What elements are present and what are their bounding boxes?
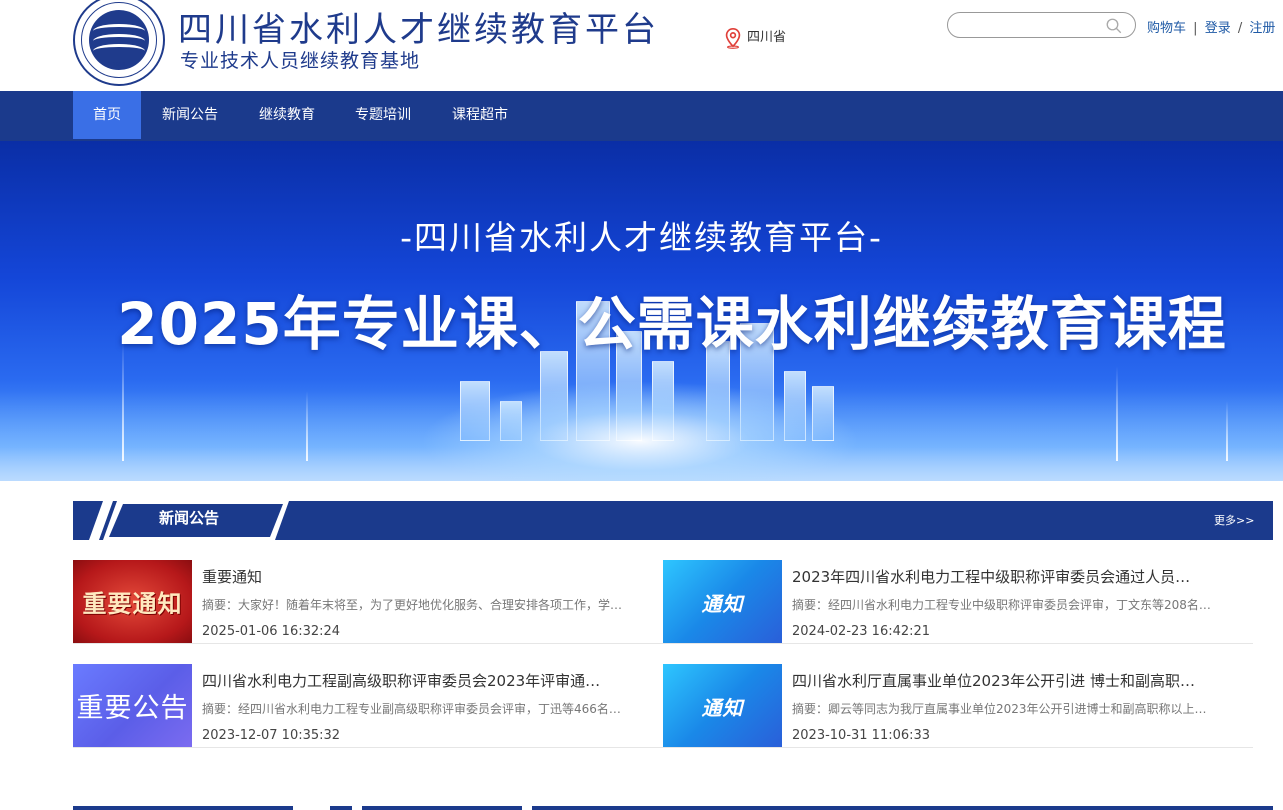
news-section-title: 新闻公告 xyxy=(159,509,220,527)
nav-item-news[interactable]: 新闻公告 xyxy=(152,91,228,139)
news-title[interactable]: 2023年四川省水利电力工程中级职称评审委员会通过人员… xyxy=(792,566,1222,587)
thumbnail-text: 通知 xyxy=(701,696,744,720)
logo-wave xyxy=(93,44,145,58)
cart-link[interactable]: 购物车 xyxy=(1147,21,1186,36)
main-nav: 首页 新闻公告 继续教育 专题培训 课程超市 xyxy=(0,91,1283,141)
news-more-link[interactable]: 更多>> xyxy=(1214,512,1254,528)
next-section-header xyxy=(362,806,522,810)
news-abstract: 摘要：卿云等同志为我厅直属事业单位2023年公开引进博士和副高职称以上专… xyxy=(792,702,1212,716)
institution-logo[interactable]: 1956 xyxy=(73,0,165,86)
thumbnail-text: 重要通知 xyxy=(82,590,183,618)
news-date: 2023-12-07 10:35:32 xyxy=(202,728,341,743)
news-thumbnail[interactable]: 重要通知 xyxy=(73,560,192,643)
nav-item-course-market[interactable]: 课程超市 xyxy=(443,91,517,139)
divider: | xyxy=(1193,21,1198,36)
news-date: 2025-01-06 16:32:24 xyxy=(202,624,341,639)
next-section-header xyxy=(73,806,293,810)
news-item[interactable]: 重要通知 重要通知 摘要：大家好！随着年末将至，为了更好地优化服务、合理安排各项… xyxy=(73,560,663,644)
site-title[interactable]: 四川省水利人才继续教育平台 xyxy=(178,2,659,51)
news-thumbnail[interactable]: 重要公告 xyxy=(73,664,192,747)
news-date: 2023-10-31 11:06:33 xyxy=(792,728,931,743)
news-abstract: 摘要：经四川省水利电力工程专业副高级职称评审委员会评审，丁迅等466名… xyxy=(202,702,621,716)
hero-banner[interactable]: -四川省水利人才继续教育平台- 2025年专业课、公需课水利继续教育课程 xyxy=(0,141,1283,481)
news-item[interactable]: 通知 四川省水利厅直属事业单位2023年公开引进 博士和副高职… 摘要：卿云等同… xyxy=(663,664,1253,748)
section-tab-accent xyxy=(89,501,113,540)
light-beam xyxy=(306,391,308,461)
news-title[interactable]: 四川省水利电力工程副高级职称评审委员会2023年评审通… xyxy=(202,670,632,691)
news-item[interactable]: 通知 2023年四川省水利电力工程中级职称评审委员会通过人员… 摘要：经四川省水… xyxy=(663,560,1253,644)
light-beam xyxy=(1116,366,1118,461)
nav-item-special-training[interactable]: 专题培训 xyxy=(346,91,420,139)
news-title[interactable]: 四川省水利厅直属事业单位2023年公开引进 博士和副高职… xyxy=(792,670,1222,691)
register-link[interactable]: 注册 xyxy=(1249,21,1275,36)
user-links: 购物车 | 登录 / 注册 xyxy=(1147,17,1275,36)
next-section-header xyxy=(330,806,352,810)
news-abstract: 摘要：经四川省水利电力工程专业中级职称评审委员会评审，丁文东等208名… xyxy=(792,598,1211,612)
news-thumbnail[interactable]: 通知 xyxy=(663,664,782,747)
site-subtitle: 专业技术人员继续教育基地 xyxy=(180,50,421,72)
search-input[interactable] xyxy=(960,16,1100,34)
divider: / xyxy=(1237,21,1243,36)
logo-year: 1956 xyxy=(112,62,126,68)
news-abstract: 摘要：大家好！随着年末将至，为了更好地优化服务、合理安排各项工作，学… xyxy=(202,598,622,612)
news-item[interactable]: 重要公告 四川省水利电力工程副高级职称评审委员会2023年评审通… 摘要：经四川… xyxy=(73,664,663,748)
light-beam xyxy=(1226,401,1228,461)
map-pin-icon xyxy=(725,27,741,49)
search-box xyxy=(947,12,1136,38)
nav-item-home[interactable]: 首页 xyxy=(73,91,141,139)
search-icon[interactable] xyxy=(1105,17,1123,35)
next-section-header xyxy=(532,806,1273,810)
login-link[interactable]: 登录 xyxy=(1205,21,1231,36)
thumbnail-text: 重要公告 xyxy=(76,693,189,724)
thumbnail-text: 通知 xyxy=(701,592,744,616)
site-header: 1956 四川省水利人才继续教育平台 专业技术人员继续教育基地 四川省 购物车 … xyxy=(0,0,1283,91)
news-date: 2024-02-23 16:42:21 xyxy=(792,624,931,639)
nav-item-continuing-education[interactable]: 继续教育 xyxy=(250,91,324,139)
banner-subtitle: -四川省水利人才继续教育平台- xyxy=(400,218,883,257)
news-title[interactable]: 重要通知 xyxy=(202,566,632,587)
location-label: 四川省 xyxy=(747,30,787,45)
location-selector[interactable]: 四川省 xyxy=(722,26,786,49)
logo-emblem xyxy=(89,10,149,70)
banner-headline: 2025年专业课、公需课水利继续教育课程 xyxy=(117,290,1227,358)
news-thumbnail[interactable]: 通知 xyxy=(663,560,782,643)
